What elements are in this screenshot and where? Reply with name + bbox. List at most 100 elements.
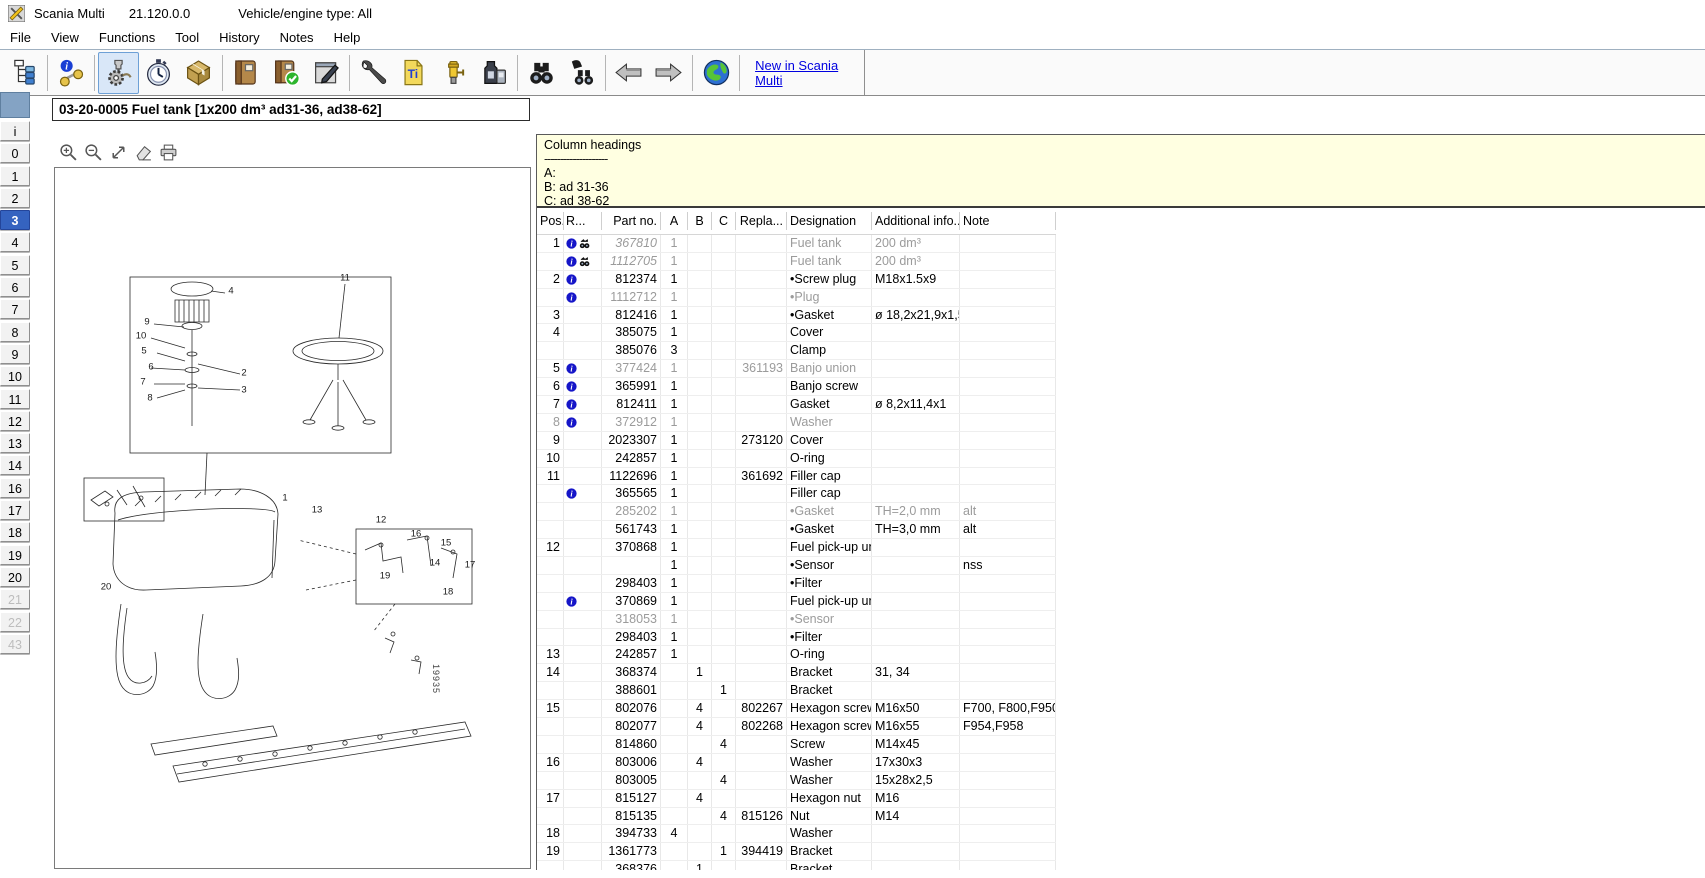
info-icon[interactable]: i bbox=[566, 399, 577, 410]
globe-button[interactable] bbox=[696, 52, 736, 94]
table-row[interactable]: 10 242857 1 O-ring bbox=[537, 449, 1056, 468]
sidebar-item-6[interactable]: 6 bbox=[0, 277, 30, 298]
table-row[interactable]: 803005 4 Washer 15x28x2,5 bbox=[537, 771, 1056, 790]
info-icon[interactable]: i bbox=[566, 291, 577, 303]
section-title-field[interactable]: 03-20-0005 Fuel tank [1x200 dm³ ad31-36,… bbox=[52, 98, 530, 121]
menu-history[interactable]: History bbox=[209, 28, 269, 47]
sidebar-item-10[interactable]: 10 bbox=[0, 366, 30, 387]
info-icon[interactable]: i bbox=[566, 363, 577, 374]
search-button[interactable] bbox=[521, 52, 561, 94]
column-header-note[interactable]: Note bbox=[960, 212, 1056, 230]
binoculars-icon[interactable] bbox=[579, 238, 590, 249]
table-row[interactable]: 11 1122696 1 361692 Filler cap bbox=[537, 467, 1056, 486]
table-row[interactable]: 561743 1 •Gasket TH=3,0 mm alt bbox=[537, 521, 1056, 540]
oil-info-button[interactable] bbox=[474, 52, 514, 94]
menu-tool[interactable]: Tool bbox=[165, 28, 209, 47]
sidebar-item-3[interactable]: 3 bbox=[0, 210, 30, 231]
table-row[interactable]: 385076 3 Clamp bbox=[537, 342, 1056, 361]
table-row[interactable]: 388601 1 Bracket bbox=[537, 682, 1056, 701]
table-row[interactable]: 1 i 367810 1 Fuel tank 200 dm³ bbox=[537, 235, 1056, 253]
column-header-c[interactable]: C bbox=[712, 212, 736, 230]
sidebar-item-18[interactable]: 18 bbox=[0, 522, 30, 543]
table-row[interactable]: 1 •Sensor nss bbox=[537, 557, 1056, 575]
info-icon[interactable]: i bbox=[566, 381, 577, 392]
sidebar-item-2[interactable]: 2 bbox=[0, 187, 30, 208]
column-header-b[interactable]: B bbox=[688, 212, 712, 230]
sidebar-item-11[interactable]: 11 bbox=[0, 388, 30, 409]
sidebar-item-16[interactable]: 16 bbox=[0, 477, 30, 498]
product-tree-button[interactable] bbox=[4, 52, 44, 94]
fit-view-icon[interactable] bbox=[108, 142, 128, 162]
vehicle-info-button[interactable]: i bbox=[51, 52, 91, 94]
tools-button[interactable] bbox=[353, 52, 393, 94]
sidebar-item-4[interactable]: 4 bbox=[0, 232, 30, 253]
back-button[interactable] bbox=[609, 52, 649, 94]
table-row[interactable]: 16 803006 4 Washer 17x30x3 bbox=[537, 753, 1056, 772]
info-icon[interactable]: i bbox=[566, 596, 577, 607]
table-row[interactable]: 7 i 812411 1 Gasket ø 8,2x11,4x1 bbox=[537, 396, 1056, 414]
ti-document-button[interactable]: Ti bbox=[394, 52, 434, 94]
table-row[interactable]: 2 i 812374 1 •Screw plug M18x1.5x9 bbox=[537, 270, 1056, 289]
table-row[interactable]: 6 i 365991 1 Banjo screw bbox=[537, 378, 1056, 397]
search-result-button[interactable] bbox=[561, 52, 601, 94]
info-icon[interactable]: i bbox=[566, 256, 577, 267]
sidebar-item-19[interactable]: 19 bbox=[0, 544, 30, 565]
info-icon[interactable]: i bbox=[566, 488, 577, 500]
table-row[interactable]: 814860 4 Screw M14x45 bbox=[537, 735, 1056, 754]
zoom-out-icon[interactable] bbox=[83, 142, 103, 162]
print-icon[interactable] bbox=[158, 142, 178, 162]
menu-help[interactable]: Help bbox=[324, 28, 371, 47]
sidebar-item-17[interactable]: 17 bbox=[0, 500, 30, 521]
table-row[interactable]: 13 242857 1 O-ring bbox=[537, 646, 1056, 665]
notes-editor-button[interactable] bbox=[306, 52, 346, 94]
sidebar-item-13[interactable]: 13 bbox=[0, 433, 30, 454]
table-row[interactable]: 19 1361773 1 394419 Bracket bbox=[537, 843, 1056, 862]
table-row[interactable]: 3 812416 1 •Gasket ø 18,2x21,9x1,5 bbox=[537, 306, 1056, 325]
table-row[interactable]: i 3708691 Fuel pick-up unit bbox=[537, 592, 1056, 611]
table-row[interactable]: 5 i 377424 1 361193 Banjo union bbox=[537, 360, 1056, 379]
menu-view[interactable]: View bbox=[41, 28, 89, 47]
table-row[interactable]: 14 368374 1 Bracket 31, 34 bbox=[537, 664, 1056, 683]
table-row[interactable]: 4 385075 1 Cover bbox=[537, 324, 1056, 343]
menu-file[interactable]: File bbox=[0, 28, 41, 47]
sidebar-item-7[interactable]: 7 bbox=[0, 299, 30, 320]
table-row[interactable]: 9 2023307 1 273120 Cover bbox=[537, 431, 1056, 450]
sidebar-item-20[interactable]: 20 bbox=[0, 566, 30, 587]
table-row[interactable]: 12 3708681 Fuel pick-up unit bbox=[537, 539, 1056, 558]
spare-parts-button[interactable] bbox=[98, 51, 139, 94]
sidebar-item-5[interactable]: 5 bbox=[0, 254, 30, 275]
info-icon[interactable]: i bbox=[566, 238, 577, 249]
notebook-button[interactable] bbox=[226, 52, 266, 94]
info-icon[interactable]: i bbox=[566, 274, 577, 285]
column-header-desig[interactable]: Designation bbox=[787, 212, 872, 230]
sidebar-item-0[interactable]: 0 bbox=[0, 143, 30, 164]
sidebar-item-9[interactable]: 9 bbox=[0, 343, 30, 364]
column-header-r[interactable]: R... bbox=[564, 212, 602, 230]
table-row[interactable]: i 1112705 1 Fuel tank 200 dm³ bbox=[537, 252, 1056, 271]
table-row[interactable]: 8 i 372912 1 Washer bbox=[537, 413, 1056, 432]
table-row[interactable]: 815135 4 815126 Nut M14 bbox=[537, 807, 1056, 826]
column-header-repla[interactable]: Repla... bbox=[736, 212, 787, 230]
table-row[interactable]: 368376 1 Bracket bbox=[537, 861, 1056, 870]
service-times-button[interactable] bbox=[139, 52, 179, 94]
table-row[interactable]: 298403 1 •Filter bbox=[537, 628, 1056, 647]
info-icon[interactable]: i bbox=[566, 417, 577, 428]
table-row[interactable]: 298403 1 •Filter bbox=[537, 574, 1056, 593]
sidebar-item-14[interactable]: 14 bbox=[0, 455, 30, 476]
column-header-info[interactable]: Additional info... bbox=[872, 212, 960, 230]
table-row[interactable]: i 1112712 1 •Plug bbox=[537, 288, 1056, 307]
notebook-check-button[interactable] bbox=[266, 52, 306, 94]
zoom-in-icon[interactable] bbox=[58, 142, 78, 162]
sidebar-item-12[interactable]: 12 bbox=[0, 410, 30, 431]
table-row[interactable]: 318053 1 •Sensor bbox=[537, 610, 1056, 629]
sidebar-item-1[interactable]: 1 bbox=[0, 165, 30, 186]
column-header-a[interactable]: A bbox=[661, 212, 688, 230]
column-header-part[interactable]: Part no. bbox=[602, 212, 661, 230]
lubrication-button[interactable] bbox=[434, 52, 474, 94]
table-row[interactable]: 18 394733 4 Washer bbox=[537, 825, 1056, 844]
table-row[interactable]: 15 802076 4 802267 Hexagon screw M16x50 F700, … bbox=[537, 700, 1056, 719]
eraser-icon[interactable] bbox=[133, 142, 153, 162]
column-header-pos[interactable]: Pos. bbox=[537, 212, 564, 230]
illustration-canvas[interactable]: 4 11 9 10 5 6 7 8 2 3 1 13 12 16 15 14 17 19 18 20 19935 bbox=[54, 167, 531, 869]
table-row[interactable]: i 365565 1 Filler cap bbox=[537, 485, 1056, 504]
